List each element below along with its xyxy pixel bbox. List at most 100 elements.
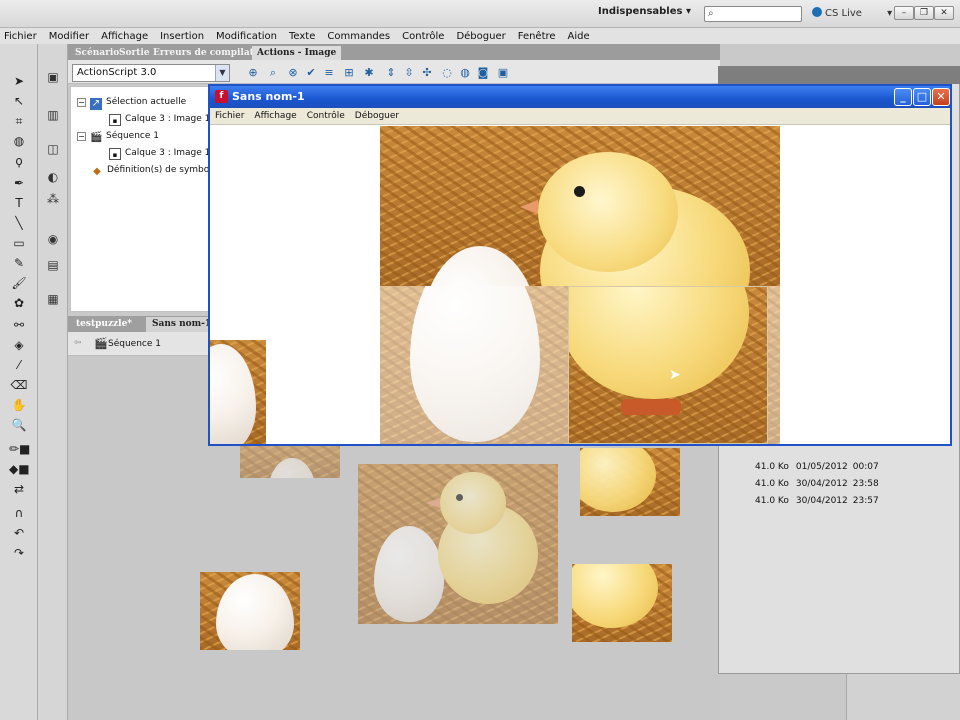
- eyedropper-tool-icon[interactable]: ⁄: [9, 356, 29, 374]
- menu-aide[interactable]: Aide: [568, 31, 590, 42]
- fill-color-icon[interactable]: ◆■: [9, 460, 30, 478]
- help-search-input[interactable]: ⌕: [704, 6, 802, 22]
- puzzle-piece[interactable]: [380, 286, 568, 444]
- transform-panel-icon[interactable]: ▦: [43, 290, 63, 308]
- 3d-rotation-tool-icon[interactable]: ◍: [9, 132, 29, 150]
- pen-tool-icon[interactable]: ✒: [9, 174, 29, 192]
- menu-insertion[interactable]: Insertion: [160, 31, 204, 42]
- tree-node-layer-frame[interactable]: ▪ Calque 3 : Image 1: [109, 114, 210, 126]
- find-icon[interactable]: ⌕: [266, 66, 280, 80]
- expand-all-icon[interactable]: ✣: [420, 66, 434, 80]
- player-close-button[interactable]: ✕: [932, 88, 950, 106]
- color-panel-icon[interactable]: ◐: [43, 168, 63, 186]
- check-syntax-icon[interactable]: ✔: [304, 66, 318, 80]
- subselection-tool-icon[interactable]: ↖: [9, 92, 29, 110]
- player-menu-deboguer[interactable]: Déboguer: [355, 111, 399, 121]
- player-stage[interactable]: ➤: [210, 126, 950, 444]
- add-statement-icon[interactable]: ⊕: [246, 66, 260, 80]
- debug-options-icon[interactable]: ✱: [362, 66, 376, 80]
- player-title-bar[interactable]: f Sans nom-1 _ □ ✕: [210, 86, 950, 108]
- menu-modification[interactable]: Modification: [216, 31, 277, 42]
- properties-panel-icon[interactable]: ▣: [43, 68, 63, 86]
- lasso-tool-icon[interactable]: ϙ: [9, 152, 29, 170]
- player-menubar: Fichier Affichage Contrôle Déboguer: [210, 108, 950, 125]
- hand-tool-icon[interactable]: ✋: [9, 396, 29, 414]
- swatches-panel-icon[interactable]: ⁂: [43, 190, 63, 208]
- library-row[interactable]: 41.0 Ko 30/04/2012 23:58: [755, 479, 879, 489]
- menu-modifier[interactable]: Modifier: [49, 31, 89, 42]
- cs-live-button[interactable]: CS Live ▾: [812, 7, 892, 19]
- puzzle-piece[interactable]: [580, 448, 680, 516]
- apply-line-comment-icon[interactable]: ◍: [458, 66, 472, 80]
- paint-bucket-tool-icon[interactable]: ◈: [9, 336, 29, 354]
- puzzle-piece[interactable]: [240, 446, 340, 478]
- menu-fenetre[interactable]: Fenêtre: [518, 31, 556, 42]
- close-button[interactable]: ✕: [934, 6, 954, 20]
- menu-affichage[interactable]: Affichage: [101, 31, 148, 42]
- menu-texte[interactable]: Texte: [289, 31, 315, 42]
- show-hide-toolbox-icon[interactable]: ▣: [496, 66, 510, 80]
- brush-tool-icon[interactable]: 🖌: [9, 274, 29, 292]
- puzzle-piece[interactable]: ➤: [568, 286, 768, 444]
- swap-colors-icon[interactable]: ⇄: [9, 480, 29, 498]
- puzzle-piece[interactable]: [210, 340, 266, 444]
- pencil-tool-icon[interactable]: ✎: [9, 254, 29, 272]
- line-tool-icon[interactable]: ╲: [9, 214, 29, 232]
- target-path-icon[interactable]: ⊗: [286, 66, 300, 80]
- apply-block-comment-icon[interactable]: ◌: [440, 66, 454, 80]
- smooth-icon[interactable]: ↶: [9, 524, 29, 542]
- actionscript-version-select[interactable]: ActionScript 3.0 ▼: [72, 64, 230, 82]
- selection-tool-icon[interactable]: ➤: [9, 72, 29, 90]
- restore-button[interactable]: ❐: [914, 6, 934, 20]
- player-menu-fichier[interactable]: Fichier: [215, 111, 244, 121]
- player-menu-controle[interactable]: Contrôle: [307, 111, 345, 121]
- collapse-between-braces-icon[interactable]: ⇕: [384, 66, 398, 80]
- snap-magnet-icon[interactable]: ∩: [9, 504, 29, 522]
- tab-testpuzzle[interactable]: testpuzzle*: [70, 317, 138, 332]
- puzzle-piece[interactable]: [572, 564, 672, 642]
- rectangle-tool-icon[interactable]: ▭: [9, 234, 29, 252]
- info-panel-icon[interactable]: ▤: [43, 256, 63, 274]
- bone-tool-icon[interactable]: ⚯: [9, 316, 29, 334]
- row-size: 41.0 Ko: [755, 496, 789, 506]
- tree-node-layer-frame[interactable]: ▪ Calque 3 : Image 1: [109, 148, 210, 160]
- tree-node-current-selection[interactable]: − ↗ Sélection actuelle: [77, 97, 186, 110]
- straighten-icon[interactable]: ↷: [9, 544, 29, 562]
- deco-tool-icon[interactable]: ✿: [9, 294, 29, 312]
- back-arrow-icon[interactable]: ⇦: [74, 338, 82, 348]
- text-tool-icon[interactable]: T: [9, 194, 29, 212]
- remove-comment-icon[interactable]: ◙: [476, 66, 490, 80]
- collapse-icon[interactable]: −: [77, 98, 86, 107]
- collapse-icon[interactable]: −: [77, 132, 86, 141]
- puzzle-piece[interactable]: [768, 286, 780, 444]
- tree-node-scene[interactable]: − 🎬 Séquence 1: [77, 131, 159, 144]
- motion-presets-icon[interactable]: ◫: [43, 140, 63, 158]
- auto-format-icon[interactable]: ≡: [322, 66, 336, 80]
- collapse-selection-icon[interactable]: ⇳: [402, 66, 416, 80]
- tab-actions-image[interactable]: Actions - Image: [252, 46, 342, 60]
- workspace-switcher[interactable]: Indispensables ▾: [598, 6, 691, 22]
- library-row[interactable]: 41.0 Ko 30/04/2012 23:57: [755, 496, 879, 506]
- stroke-color-icon[interactable]: ✏■: [9, 440, 30, 458]
- player-menu-affichage[interactable]: Affichage: [254, 111, 296, 121]
- menu-fichier[interactable]: Fichier: [4, 31, 37, 42]
- eraser-tool-icon[interactable]: ⌫: [9, 376, 29, 394]
- tree-node-symbol-definitions[interactable]: ◆ Définition(s) de symbole: [91, 165, 217, 178]
- chick-body: [580, 448, 656, 512]
- puzzle-piece-main-image[interactable]: [358, 464, 558, 624]
- puzzle-piece[interactable]: [200, 572, 300, 650]
- minimize-button[interactable]: –: [894, 6, 914, 20]
- menu-controle[interactable]: Contrôle: [402, 31, 444, 42]
- library-panel-icon[interactable]: ▥: [43, 106, 63, 124]
- menu-deboguer[interactable]: Déboguer: [456, 31, 505, 42]
- menu-commandes[interactable]: Commandes: [327, 31, 390, 42]
- player-minimize-button[interactable]: _: [894, 88, 912, 106]
- library-row[interactable]: 41.0 Ko 01/05/2012 00:07: [755, 462, 879, 472]
- tab-sans-nom-1[interactable]: Sans nom-1: [146, 317, 218, 332]
- zoom-tool-icon[interactable]: 🔍: [9, 416, 29, 434]
- code-hint-icon[interactable]: ⊞: [342, 66, 356, 80]
- puzzle-piece[interactable]: [380, 126, 780, 286]
- player-maximize-button[interactable]: □: [913, 88, 931, 106]
- align-panel-icon[interactable]: ◉: [43, 230, 63, 248]
- free-transform-tool-icon[interactable]: ⌗: [9, 112, 29, 130]
